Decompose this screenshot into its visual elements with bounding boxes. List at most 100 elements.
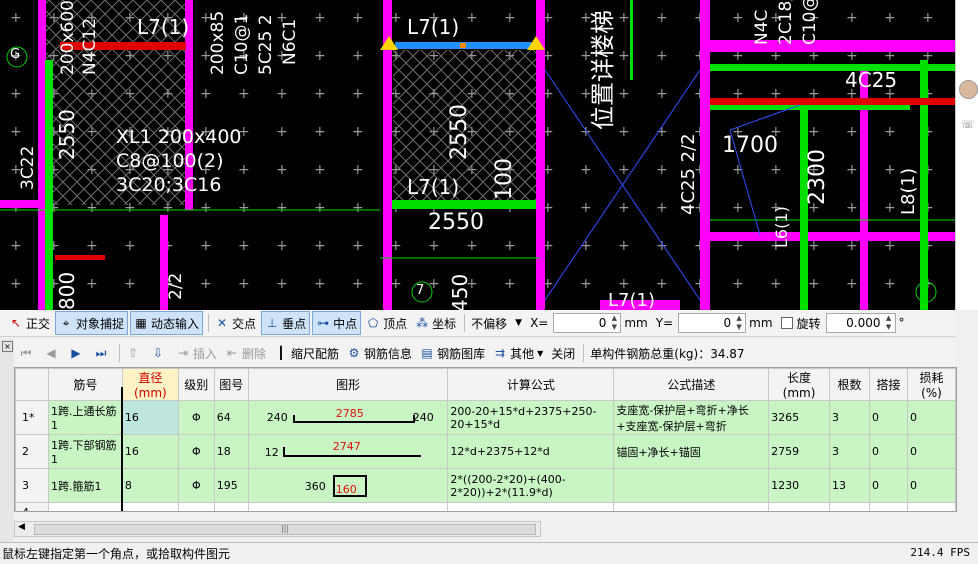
- column-header[interactable]: 计算公式: [447, 368, 615, 401]
- loss-cell[interactable]: 0: [906, 434, 956, 469]
- offset-select[interactable]: 不偏移 ▼: [468, 312, 525, 334]
- column-header[interactable]: 根数: [829, 368, 870, 401]
- column-header[interactable]: 长度(mm): [768, 368, 831, 401]
- cad-canvas[interactable]: +: [0, 0, 955, 310]
- length-cell[interactable]: [768, 502, 831, 511]
- diameter-cell[interactable]: 8: [121, 468, 179, 503]
- vertex-snap[interactable]: ⬠ 顶点: [363, 312, 410, 334]
- column-header[interactable]: 图号: [213, 368, 249, 401]
- spinner-icon[interactable]: ▲ ▼: [609, 314, 619, 332]
- shape-cell[interactable]: 240 2785 240: [247, 400, 449, 435]
- object-snap-toggle[interactable]: ⌖ 对象捕捉: [55, 311, 129, 335]
- table-corner[interactable]: [15, 368, 49, 401]
- formula-cell[interactable]: 2*((200-2*20)+(400-2*20))+2*(11.9*d): [447, 468, 615, 503]
- loss-cell[interactable]: 0: [906, 400, 956, 435]
- coordinate-snap[interactable]: ⁂ 坐标: [412, 312, 459, 334]
- perpendicular-snap[interactable]: ⊥ 垂点: [261, 311, 311, 335]
- column-header[interactable]: 筋号: [47, 368, 123, 401]
- row-index[interactable]: 1*: [15, 400, 49, 435]
- table-row[interactable]: 2 1跨.下部钢筋1 16 Φ 18 12 2747 12*d+2375+12*…: [15, 434, 956, 469]
- move-down-button[interactable]: ⇩: [148, 342, 171, 364]
- first-record-button[interactable]: ⏮: [16, 342, 39, 364]
- move-up-button[interactable]: ⇧: [123, 342, 146, 364]
- rotate-checkbox[interactable]: 旋转: [778, 312, 824, 334]
- length-cell[interactable]: 3265: [768, 400, 831, 435]
- column-header[interactable]: 直径(mm): [121, 368, 179, 401]
- figure-number-cell[interactable]: 64: [213, 400, 249, 435]
- shape-cell[interactable]: 360 160: [247, 468, 449, 503]
- avatar[interactable]: [959, 80, 978, 99]
- last-record-button[interactable]: ⏭: [91, 342, 114, 364]
- row-index[interactable]: 3: [15, 468, 49, 503]
- figure-number-cell[interactable]: 18: [213, 434, 249, 469]
- phone-icon[interactable]: ☏: [961, 118, 975, 131]
- column-header[interactable]: 级别: [177, 368, 215, 401]
- row-index[interactable]: 2: [15, 434, 49, 469]
- bar-name-cell[interactable]: 1跨.箍筋1: [47, 468, 123, 503]
- grade-cell[interactable]: [177, 502, 215, 511]
- description-cell[interactable]: 锚固+净长+锚固: [613, 434, 770, 469]
- insert-button[interactable]: ⇥ 插入: [173, 342, 220, 364]
- lap-cell[interactable]: 0: [868, 468, 908, 503]
- formula-cell[interactable]: 12*d+2375+12*d: [447, 434, 615, 469]
- count-cell[interactable]: 3: [829, 400, 870, 435]
- scrollbar-thumb[interactable]: |||: [34, 524, 536, 535]
- column-header[interactable]: 图形: [247, 368, 449, 401]
- description-cell[interactable]: [613, 502, 770, 511]
- grade-cell[interactable]: Φ: [177, 434, 215, 469]
- prev-record-button[interactable]: ◀: [41, 342, 64, 364]
- lap-cell[interactable]: 0: [868, 400, 908, 435]
- count-cell[interactable]: [829, 502, 870, 511]
- description-cell[interactable]: [613, 468, 770, 503]
- y-coordinate-input[interactable]: 0 ▲ ▼: [678, 313, 747, 333]
- description-cell[interactable]: 支座宽-保护层+弯折+净长+支座宽-保护层+弯折: [613, 400, 770, 435]
- figure-number-cell[interactable]: [213, 502, 249, 511]
- column-header[interactable]: 公式描述: [613, 368, 770, 401]
- spinner-icon[interactable]: ▲ ▼: [884, 314, 894, 332]
- next-record-button[interactable]: ▶: [66, 342, 89, 364]
- column-header[interactable]: 搭接: [868, 368, 908, 401]
- length-cell[interactable]: 2759: [768, 434, 831, 469]
- loss-cell[interactable]: 0: [906, 468, 956, 503]
- scroll-left-icon[interactable]: ◀: [18, 522, 25, 532]
- x-coordinate-input[interactable]: 0 ▲ ▼: [553, 313, 622, 333]
- lap-cell[interactable]: 0: [868, 434, 908, 469]
- diameter-cell[interactable]: 16: [121, 434, 179, 469]
- scale-rebar-button[interactable]: ┃ 缩尺配筋: [271, 342, 342, 364]
- rebar-info-button[interactable]: ⚙ 钢筋信息: [344, 342, 415, 364]
- lap-cell[interactable]: [868, 502, 908, 511]
- formula-cell[interactable]: 200-20+15*d+2375+250-20+15*d: [447, 400, 615, 435]
- other-menu-button[interactable]: ⇉ 其他 ▼: [490, 342, 546, 364]
- table-row[interactable]: 4: [15, 502, 956, 511]
- midpoint-snap[interactable]: ⊶ 中点: [312, 311, 362, 335]
- formula-cell[interactable]: [447, 502, 615, 511]
- close-button[interactable]: 关闭: [548, 342, 578, 364]
- column-header[interactable]: 损耗(%): [906, 368, 956, 401]
- table-row[interactable]: 1* 1跨.上通长筋1 16 Φ 64 240 2785 240 200-20+…: [15, 400, 956, 435]
- grade-cell[interactable]: Φ: [177, 400, 215, 435]
- dynamic-input-toggle[interactable]: ▦ 动态输入: [130, 311, 204, 335]
- bar-name-cell[interactable]: [47, 502, 123, 511]
- rebar-library-button[interactable]: ▤ 钢筋图库: [417, 342, 488, 364]
- diameter-cell[interactable]: 16: [121, 400, 179, 435]
- intersection-snap[interactable]: ✕ 交点: [212, 312, 259, 334]
- grade-cell[interactable]: Φ: [177, 468, 215, 503]
- figure-number-cell[interactable]: 195: [213, 468, 249, 503]
- table-row[interactable]: 3 1跨.箍筋1 8 Φ 195 360 160 2*((200-2*20)+(…: [15, 468, 956, 503]
- close-icon[interactable]: ×: [2, 341, 13, 352]
- row-index[interactable]: 4: [15, 502, 49, 511]
- shape-cell[interactable]: 12 2747: [247, 434, 449, 469]
- spinner-icon[interactable]: ▲ ▼: [734, 314, 744, 332]
- bar-name-cell[interactable]: 1跨.上通长筋1: [47, 400, 123, 435]
- shape-cell[interactable]: [247, 502, 449, 511]
- delete-button[interactable]: ⇤ 删除: [222, 342, 269, 364]
- horizontal-scrollbar[interactable]: ◀ |||: [14, 521, 541, 537]
- ortho-toggle[interactable]: ↖ 正交: [6, 312, 53, 334]
- bar-name-cell[interactable]: 1跨.下部钢筋1: [47, 434, 123, 469]
- count-cell[interactable]: 13: [829, 468, 870, 503]
- count-cell[interactable]: 3: [829, 434, 870, 469]
- rotate-angle-input[interactable]: 0.000 ▲ ▼: [825, 313, 896, 333]
- loss-cell[interactable]: [906, 502, 956, 511]
- length-cell[interactable]: 1230: [768, 468, 831, 503]
- diameter-cell[interactable]: [121, 502, 179, 511]
